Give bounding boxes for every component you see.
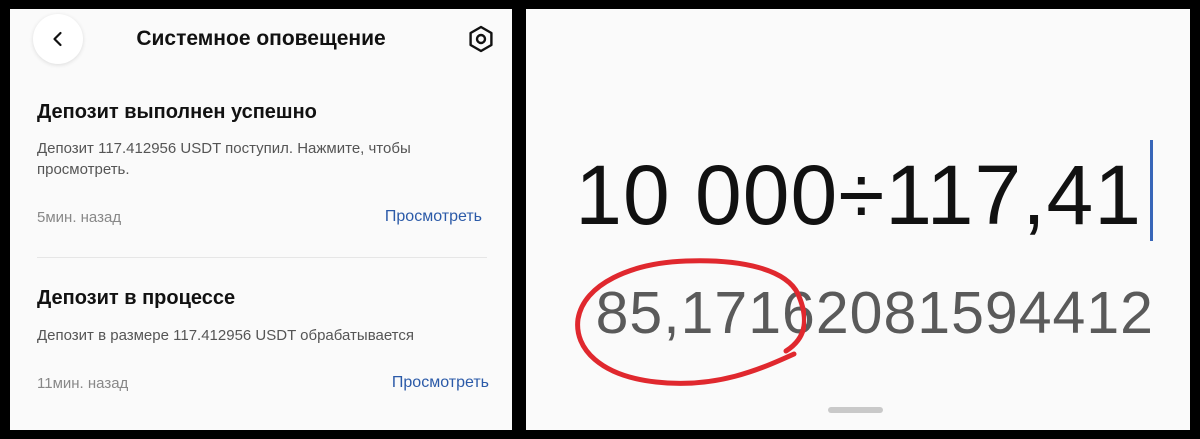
notification-title: Депозит в процессе bbox=[37, 287, 236, 309]
notification-time: 11мин. назад bbox=[37, 375, 129, 392]
notification-time: 5мин. назад bbox=[37, 209, 122, 226]
calculator-display: 10 000÷117,41 85,1716208159441​2 bbox=[526, 9, 1190, 430]
page-title: Системное оповещение bbox=[136, 27, 386, 50]
red-circle-annotation bbox=[575, 258, 806, 386]
gear-icon[interactable] bbox=[467, 25, 495, 53]
expression-input[interactable]: 10 000÷117,41 bbox=[575, 147, 1142, 244]
divider bbox=[37, 257, 487, 258]
text-cursor bbox=[1150, 140, 1153, 241]
notification-body: Депозит в размере 117.412956 USDT обраба… bbox=[37, 327, 414, 344]
notifications-screen: Системное оповещение Депозит выполнен ус… bbox=[10, 9, 512, 430]
notification-body: Депозит 117.412956 USDT поступил. Нажмит… bbox=[37, 140, 411, 178]
drag-handle[interactable] bbox=[828, 407, 883, 413]
notification-title: Депозит выполнен успешно bbox=[37, 101, 317, 123]
notification-item[interactable]: Депозит выполнен успешно Депозит 117.412… bbox=[37, 101, 487, 241]
notification-item[interactable]: Депозит в процессе Депозит в размере 117… bbox=[37, 287, 489, 407]
view-link[interactable]: Просмотреть bbox=[385, 208, 482, 226]
view-link[interactable]: Просмотреть bbox=[392, 374, 489, 392]
